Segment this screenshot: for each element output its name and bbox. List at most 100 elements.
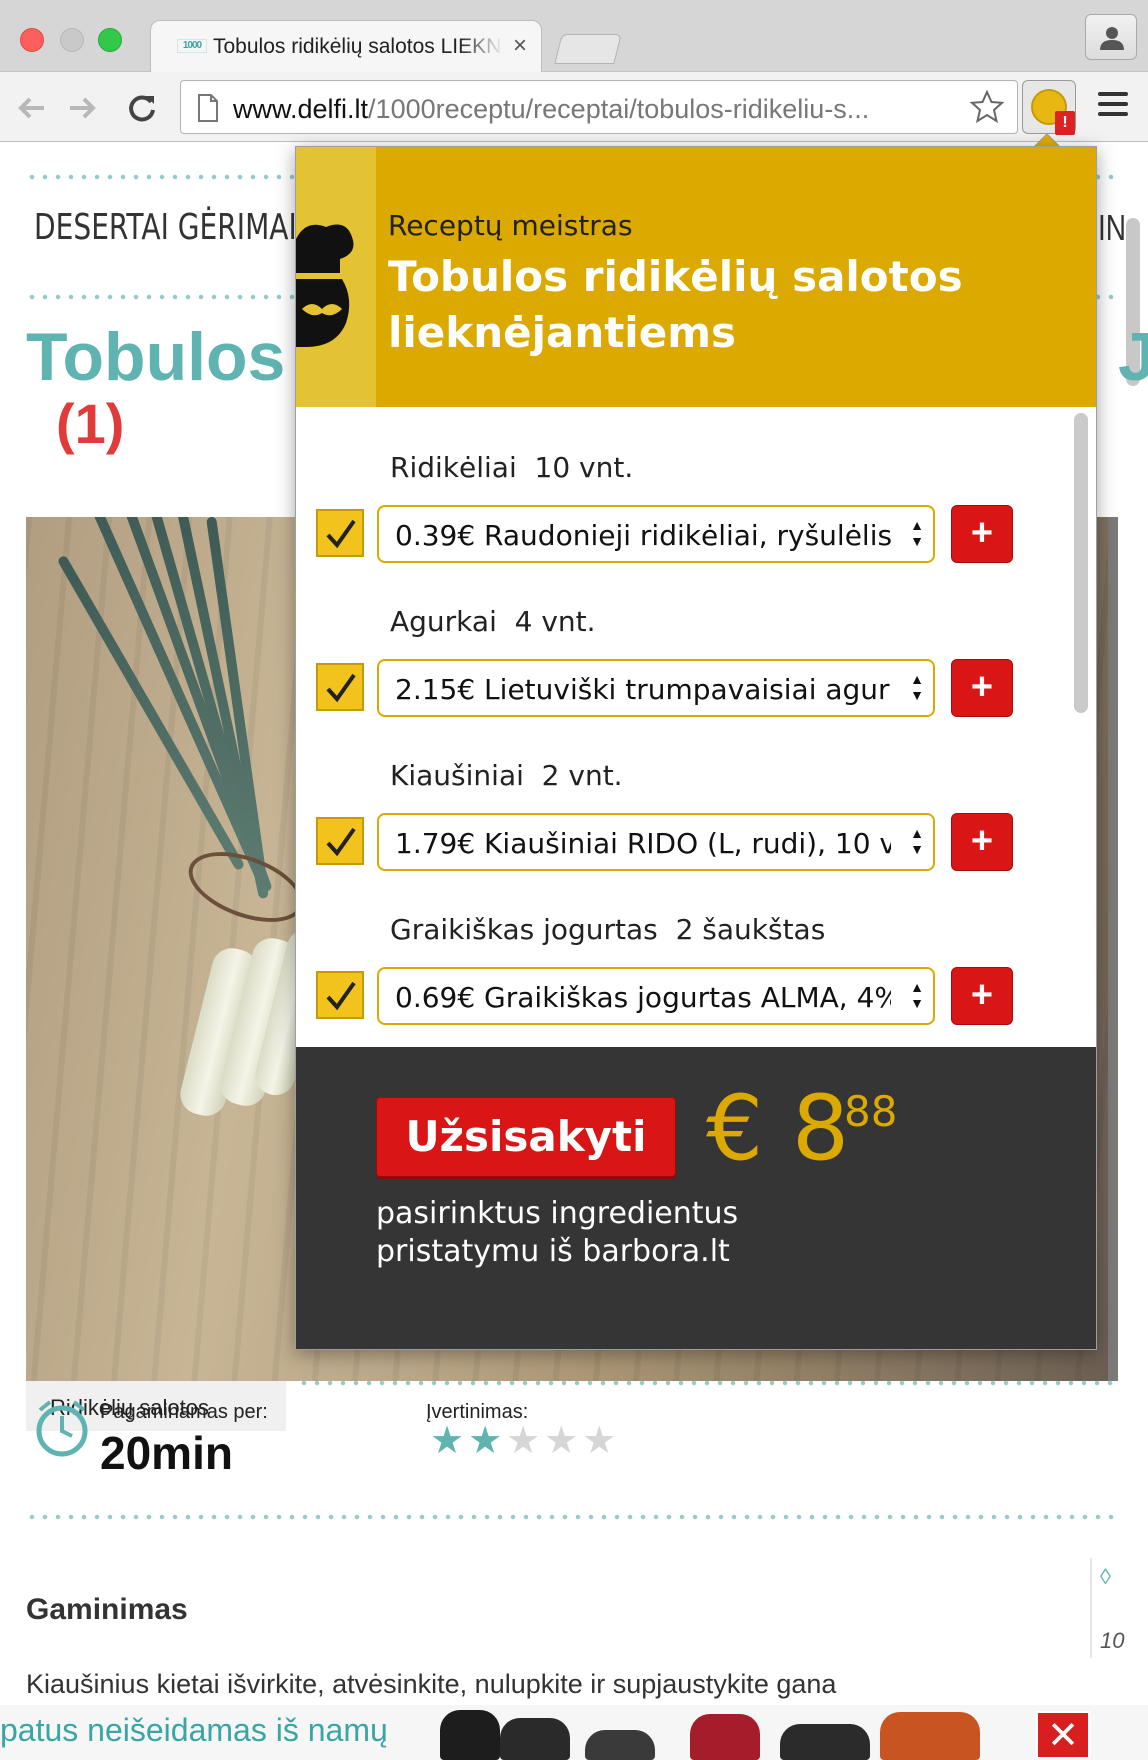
chevron-updown-icon: ▲ ▼ <box>910 671 924 703</box>
category-nav[interactable]: DESERTAI GĖRIMAI P <box>34 207 323 248</box>
order-button[interactable]: Užsisakyti <box>376 1097 676 1177</box>
star-icon[interactable] <box>969 89 1005 125</box>
total-price-cents: 88 <box>844 1087 898 1136</box>
delivery-note-line: pristatymu iš barbora.lt <box>376 1234 730 1269</box>
ingredient-checkbox[interactable] <box>316 971 364 1019</box>
ad-shoe-image <box>880 1712 980 1760</box>
back-icon[interactable] <box>14 90 50 126</box>
side-number: 10 <box>1100 1628 1125 1653</box>
star-rating-icon[interactable]: ★★ <box>430 1420 506 1462</box>
menu-icon[interactable] <box>1098 92 1128 122</box>
ingredient-checkbox[interactable] <box>316 817 364 865</box>
drop-icon: ◊ <box>1100 1564 1111 1589</box>
popup-scrollbar[interactable] <box>1074 413 1088 713</box>
ad-shoe-image <box>690 1714 760 1760</box>
checkbox-check-icon <box>326 827 356 857</box>
ingredient-row: Agurkai 4 vnt. 2.15€ Lietuviški trumpava… <box>296 605 1056 759</box>
ingredient-name: Ridikėliai 10 vnt. <box>390 451 634 484</box>
chef-icon <box>296 224 354 347</box>
chevron-updown-icon: ▲ ▼ <box>910 825 924 857</box>
ingredient-checkbox[interactable] <box>316 509 364 557</box>
profile-button[interactable] <box>1085 14 1137 60</box>
add-to-cart-button[interactable]: + <box>951 967 1013 1025</box>
close-icon[interactable]: × <box>513 33 527 59</box>
add-to-cart-button[interactable]: + <box>951 813 1013 871</box>
product-select[interactable]: 1.79€ Kiaušiniai RIDO (L, rudi), 10 vnt.… <box>377 813 935 871</box>
plus-icon: + <box>970 820 994 862</box>
star-rating-icon[interactable]: ★★★ <box>506 1420 620 1462</box>
product-select[interactable]: 0.69€ Graikiškas jogurtas ALMA, 4%, 200 … <box>377 967 935 1025</box>
window-minimize-button[interactable] <box>60 28 84 52</box>
reload-icon[interactable] <box>124 90 160 126</box>
popup-header: Receptų meistras Tobulos ridikėlių salot… <box>296 147 1096 407</box>
plus-icon: + <box>970 974 994 1016</box>
url-host: www.delfi.lt <box>233 94 369 124</box>
chevron-updown-icon: ▲ ▼ <box>910 517 924 549</box>
ad-shoe-image <box>585 1730 655 1760</box>
tab-title: Tobulos ridikėlių salotos LIEKNĖJANTIEMS <box>213 35 503 58</box>
timer-icon <box>36 1400 88 1457</box>
prep-time-value: 20min <box>100 1427 233 1479</box>
ingredient-row: Kiaušiniai 2 vnt. 1.79€ Kiaušiniai RIDO … <box>296 759 1056 913</box>
extension-badge: ! <box>1055 111 1075 135</box>
url-text: www.delfi.lt/1000receptu/receptai/tobulo… <box>233 94 869 125</box>
section-heading: Gaminimas <box>26 1593 188 1626</box>
browser-tab[interactable]: 1000 Tobulos ridikėlių salotos LIEKNĖJAN… <box>150 20 542 74</box>
recipe-title-right: J <box>1118 319 1148 395</box>
tab-favicon: 1000 <box>177 39 207 53</box>
divider <box>28 1513 1118 1521</box>
page-icon <box>198 94 218 122</box>
title-bar: 1000 Tobulos ridikėlių salotos LIEKNĖJAN… <box>0 0 1148 74</box>
checkbox-check-icon <box>326 673 356 703</box>
side-widget: ◊ 10 <box>1090 1558 1130 1658</box>
recipe-extension-popup: Receptų meistras Tobulos ridikėlių salot… <box>295 146 1097 1350</box>
ingredients-list: Ridikėliai 10 vnt. 0.39€ Raudonieji ridi… <box>296 407 1096 1047</box>
browser-toolbar: www.delfi.lt/1000receptu/receptai/tobulo… <box>0 72 1148 142</box>
recipe-extension-button[interactable]: ! <box>1022 80 1076 135</box>
window-close-button[interactable] <box>20 28 44 52</box>
popup-footer: Užsisakyti € 8 88 pasirinktus ingredient… <box>296 1047 1096 1349</box>
delivery-note-line: pasirinktus ingredientus <box>376 1196 739 1231</box>
recipe-title: Tobulos <box>26 319 286 395</box>
category-nav-right[interactable]: IN <box>1098 207 1126 249</box>
star-rating[interactable]: ★★★★★ <box>430 1418 620 1463</box>
product-select[interactable]: 2.15€ Lietuviški trumpavaisiai agurkai ▲… <box>377 659 935 717</box>
delivery-note: pasirinktus ingredientus pristatymu iš b… <box>376 1195 876 1271</box>
product-select-value: 1.79€ Kiaušiniai RIDO (L, rudi), 10 vnt. <box>395 827 891 860</box>
checkbox-check-icon <box>326 519 356 549</box>
checkbox-check-icon <box>326 981 356 1011</box>
plus-icon: + <box>970 666 994 708</box>
ad-shoe-image <box>780 1724 870 1760</box>
prep-time-label: Pagaminamas per: <box>100 1401 268 1423</box>
add-to-cart-button[interactable]: + <box>951 505 1013 563</box>
window-zoom-button[interactable] <box>98 28 122 52</box>
product-select-value: 2.15€ Lietuviški trumpavaisiai agurkai <box>395 673 891 706</box>
ad-banner[interactable]: patus neišeidamas iš namų ✕ <box>0 1705 1148 1760</box>
add-to-cart-button[interactable]: + <box>951 659 1013 717</box>
instructions-text: Kiaušinius kietai išvirkite, atvėsinkite… <box>26 1669 837 1699</box>
ad-shoe-image <box>500 1718 570 1760</box>
popup-title: Tobulos ridikėlių salotos lieknėjantiems <box>388 252 963 357</box>
product-select-value: 0.69€ Graikiškas jogurtas ALMA, 4%, 200 … <box>395 981 891 1014</box>
ingredient-row: Ridikėliai 10 vnt. 0.39€ Raudonieji ridi… <box>296 451 1056 605</box>
plus-icon: + <box>970 512 994 554</box>
ad-shoe-image <box>440 1710 500 1760</box>
new-tab-button[interactable] <box>554 34 622 64</box>
address-bar[interactable]: www.delfi.lt/1000receptu/receptai/tobulo… <box>180 80 1018 134</box>
ad-close-button[interactable]: ✕ <box>1036 1711 1090 1759</box>
divider <box>300 1379 1118 1387</box>
ad-text[interactable]: patus neišeidamas iš namų <box>0 1712 388 1749</box>
ingredient-row: Graikiškas jogurtas 2 šaukštas 0.69€ Gra… <box>296 913 1056 1047</box>
product-select[interactable]: 0.39€ Raudonieji ridikėliai, ryšulėlis ▲… <box>377 505 935 563</box>
chevron-updown-icon: ▲ ▼ <box>910 979 924 1011</box>
ingredient-name: Graikiškas jogurtas 2 šaukštas <box>390 913 826 946</box>
rating-count[interactable]: (1) <box>56 391 124 456</box>
ingredient-name: Agurkai 4 vnt. <box>390 605 596 638</box>
total-price: € 8 <box>706 1076 850 1181</box>
forward-icon[interactable] <box>64 90 100 126</box>
ingredient-name: Kiaušiniai 2 vnt. <box>390 759 623 792</box>
product-select-value: 0.39€ Raudonieji ridikėliai, ryšulėlis <box>395 519 891 552</box>
ingredient-checkbox[interactable] <box>316 663 364 711</box>
url-path: /1000receptu/receptai/tobulos-ridikeliu-… <box>368 94 870 124</box>
user-icon <box>1100 27 1124 50</box>
